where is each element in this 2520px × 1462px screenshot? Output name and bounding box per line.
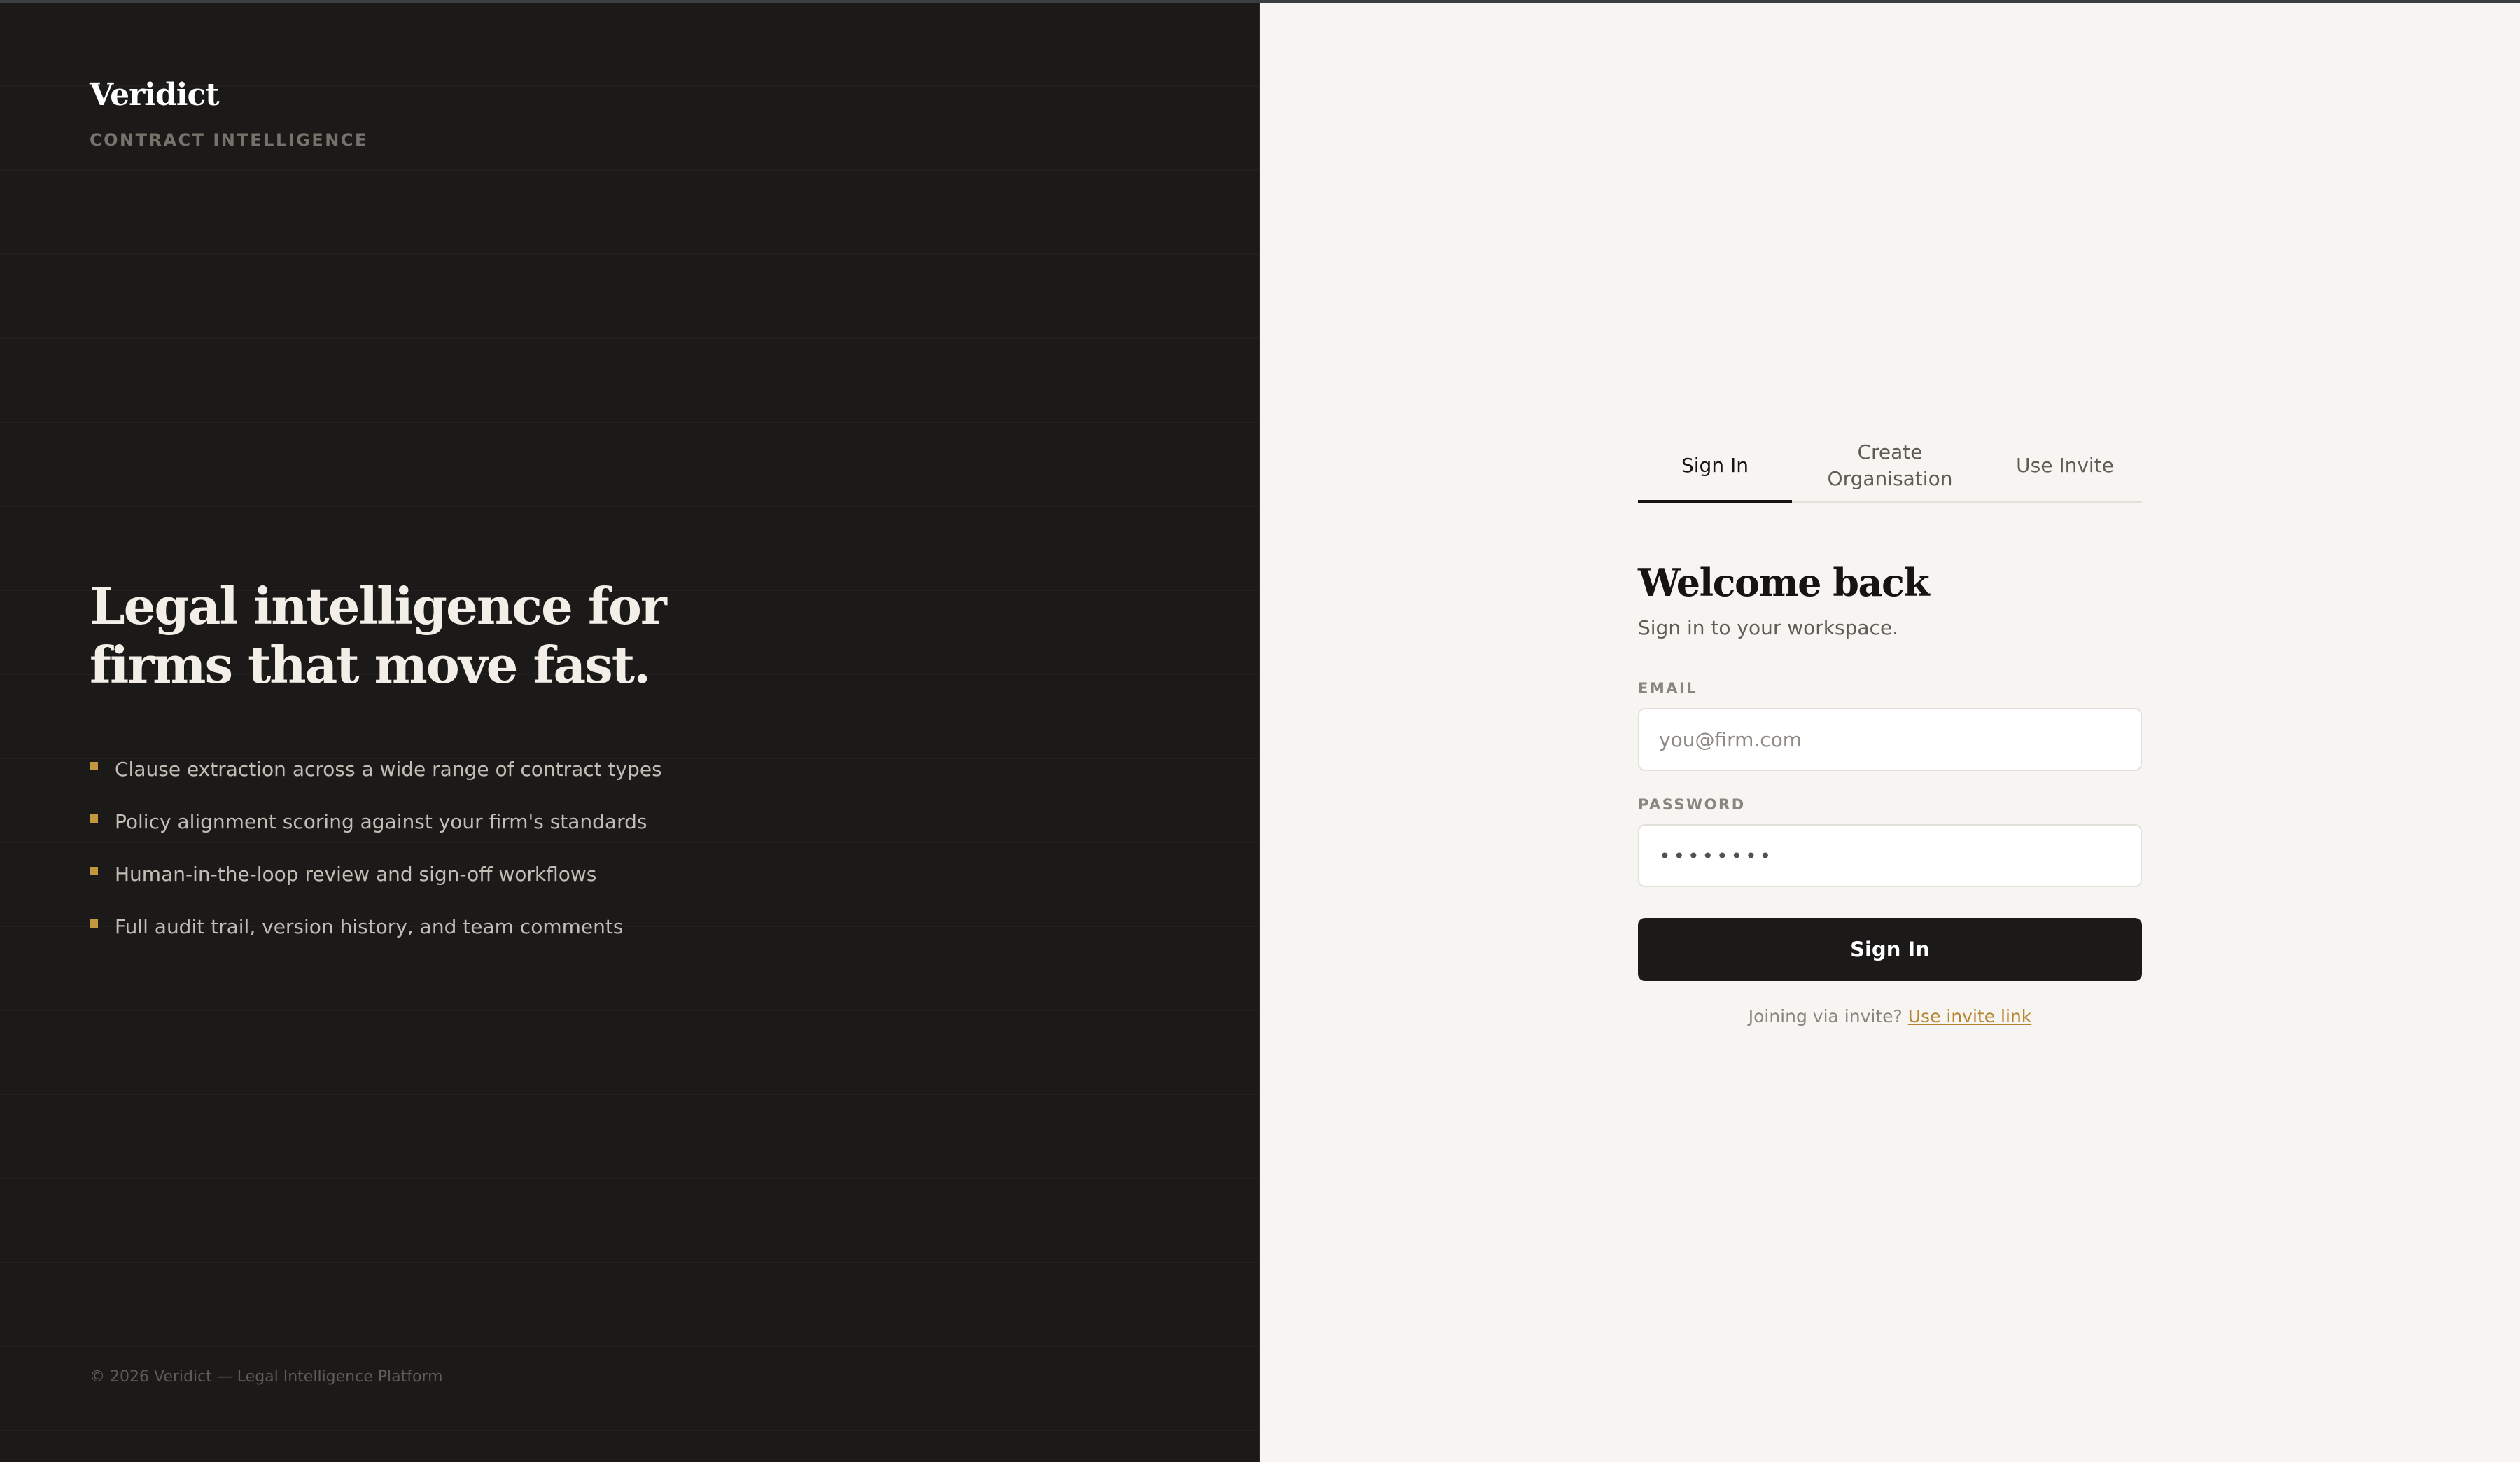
auth-form: Sign In Create Organisation Use Invite W… [1638,430,2142,1026]
form-subtitle: Sign in to your workspace. [1638,616,1899,639]
feature-item: Full audit trail, version history, and t… [90,911,662,963]
feature-item: Human-in-the-loop review and sign-off wo… [90,858,662,911]
auth-tabs: Sign In Create Organisation Use Invite [1638,430,2142,503]
copyright-footer: © 2026 Veridict — Legal Intelligence Pla… [90,1368,443,1386]
bullet-square-icon [90,919,98,928]
use-invite-link[interactable]: Use invite link [1908,1006,2032,1026]
bullet-square-icon [90,867,98,875]
feature-text: Full audit trail, version history, and t… [115,915,624,938]
password-label: PASSWORD [1638,796,1746,813]
hero-headline: Legal intelligence for firms that move f… [90,577,790,695]
feature-list: Clause extraction across a wide range of… [90,753,662,963]
auth-panel: Sign In Create Organisation Use Invite W… [1261,3,2520,1462]
bullet-square-icon [90,814,98,823]
feature-item: Policy alignment scoring against your fi… [90,806,662,858]
email-label: EMAIL [1638,680,1698,697]
sign-in-button[interactable]: Sign In [1638,918,2142,981]
email-field[interactable] [1638,708,2142,771]
form-title: Welcome back [1638,560,1930,605]
invite-prompt-row: Joining via invite? Use invite link [1638,1006,2142,1026]
feature-text: Policy alignment scoring against your fi… [115,810,648,833]
tab-sign-in[interactable]: Sign In [1638,430,1792,503]
feature-text: Human-in-the-loop review and sign-off wo… [115,863,597,886]
bullet-square-icon [90,762,98,770]
brand-tagline: CONTRACT INTELLIGENCE [90,130,368,150]
tab-use-invite[interactable]: Use Invite [1988,430,2142,501]
brand-logo: Veridict [90,77,220,113]
hero-headline-line2: firms that move fast. [90,635,651,695]
invite-prompt-text: Joining via invite? [1748,1006,1903,1026]
tab-create-organisation[interactable]: Create Organisation [1792,430,1988,501]
brand-panel: Veridict CONTRACT INTELLIGENCE Legal int… [0,3,1260,1462]
feature-item: Clause extraction across a wide range of… [90,753,662,806]
feature-text: Clause extraction across a wide range of… [115,758,662,781]
password-field[interactable] [1638,824,2142,887]
hero-headline-line1: Legal intelligence for [90,576,667,636]
